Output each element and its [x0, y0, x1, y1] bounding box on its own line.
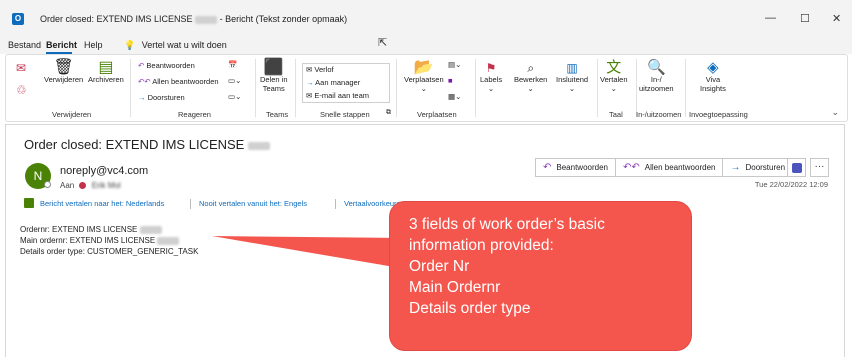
annotation-line: Main Ordernr [409, 279, 501, 296]
annotation-line: information provided: [409, 237, 554, 254]
annotation-line: Details order type [409, 300, 531, 317]
annotation-text: 3 fields of work order’s basic informati… [409, 214, 689, 319]
annotation-line: Order Nr [409, 258, 470, 275]
annotation-line: 3 fields of work order’s basic [409, 216, 605, 233]
